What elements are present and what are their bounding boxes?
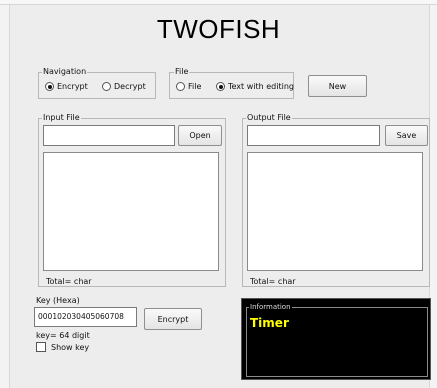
- timer-text: Timer: [250, 316, 289, 330]
- text-with-editing-radio[interactable]: Text with editing: [216, 82, 294, 91]
- decrypt-radio-label: Decrypt: [114, 82, 146, 91]
- navigation-legend: Navigation: [42, 67, 88, 76]
- input-text-area[interactable]: [43, 152, 219, 271]
- input-total-label: Total= char: [46, 277, 92, 286]
- encrypt-radio[interactable]: Encrypt: [45, 82, 88, 91]
- file-legend: File: [174, 67, 190, 76]
- key-length-label: key= 64 digit: [36, 331, 90, 340]
- output-file-path-field[interactable]: [247, 125, 380, 146]
- show-key-checkbox[interactable]: [36, 342, 46, 352]
- window-top-edge: [0, 0, 437, 5]
- input-file-legend: Input File: [42, 113, 81, 122]
- file-radio-dot[interactable]: [176, 82, 185, 91]
- show-key-checkbox-row[interactable]: Show key: [36, 342, 89, 352]
- key-input[interactable]: 000102030405060708: [34, 307, 137, 327]
- encrypt-radio-label: Encrypt: [57, 82, 88, 91]
- decrypt-radio[interactable]: Decrypt: [102, 82, 146, 91]
- input-file-path-field[interactable]: [43, 125, 175, 146]
- file-radio[interactable]: File: [176, 82, 201, 91]
- key-value: 000102030405060708: [38, 312, 124, 321]
- text-with-editing-radio-dot[interactable]: [216, 82, 225, 91]
- save-button[interactable]: Save: [385, 125, 428, 146]
- file-radio-label: File: [188, 82, 202, 91]
- new-button[interactable]: New: [308, 75, 367, 97]
- open-button[interactable]: Open: [178, 125, 222, 146]
- output-text-area[interactable]: [247, 152, 423, 271]
- window-left-edge: [0, 5, 10, 388]
- key-label: Key (Hexa): [36, 296, 80, 305]
- text-with-editing-radio-label: Text with editing: [228, 82, 294, 91]
- encrypt-radio-dot[interactable]: [45, 82, 54, 91]
- information-legend: Information: [249, 303, 292, 311]
- encrypt-button[interactable]: Encrypt: [144, 308, 202, 330]
- output-file-legend: Output File: [246, 113, 292, 122]
- show-key-label: Show key: [51, 342, 90, 352]
- app-title: TWOFISH: [156, 14, 281, 44]
- output-total-label: Total= char: [250, 277, 296, 286]
- decrypt-radio-dot[interactable]: [102, 82, 111, 91]
